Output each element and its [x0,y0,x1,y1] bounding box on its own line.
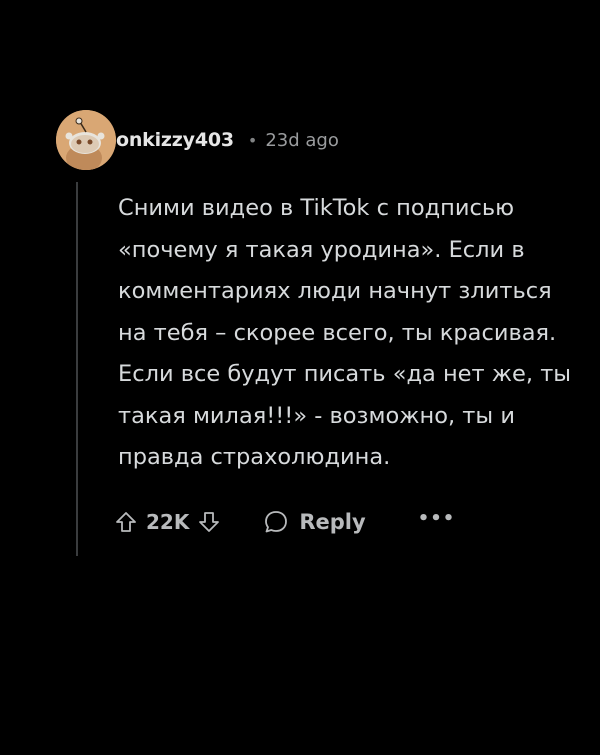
timestamp[interactable]: 23d ago [265,130,339,151]
user-avatar[interactable] [56,110,116,170]
username-link[interactable]: onkizzy403 [116,129,234,151]
comment-header: onkizzy403 • 23d ago [56,108,600,172]
comment-body: Сними видео в TikTok с подписью «почему … [118,195,572,470]
upvote-arrow-icon [116,512,136,532]
comment: onkizzy403 • 23d ago Сними видео в TikTo… [56,108,600,556]
speech-bubble-icon [265,511,288,533]
upvote-button[interactable] [114,510,138,534]
meta-separator: • [247,130,258,150]
reply-label: Reply [299,510,366,534]
reply-button[interactable]: Reply [263,509,366,535]
comment-actions: 22K Reply ••• [114,504,455,540]
downvote-button[interactable] [197,510,221,534]
vote-score: 22K [146,510,190,534]
snoo-avatar-icon [56,110,116,170]
more-options-button[interactable]: ••• [418,508,456,529]
thread-collapse-line[interactable] [76,182,78,556]
downvote-arrow-icon [199,512,220,532]
